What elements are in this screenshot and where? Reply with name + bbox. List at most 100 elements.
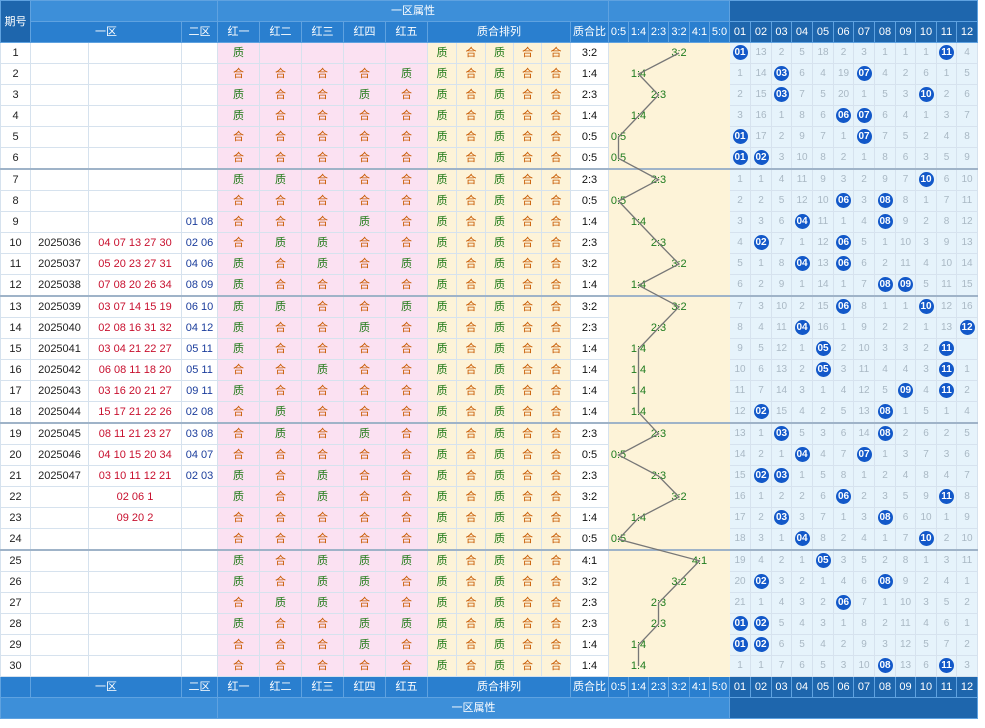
table-row[interactable]: 9 01 08 合合合质合质合质合合 1:4 1:4 3 3 6 04 11 1 4 08 9 2 8 12 — [0, 211, 978, 233]
red-attr-4: 合 — [343, 190, 386, 212]
ratio-cell-3 — [668, 401, 690, 424]
table-row[interactable]: 29 合合合质合质合质合合 1:4 1:4 01 02 6 5 4 2 9 3 12 5 7 2 — [0, 634, 978, 656]
red-attr-1: 合 — [217, 147, 260, 170]
table-row[interactable]: 7 质质合合合质合质合合 2:3 2:3 1 1 4 11 9 3 2 9 7 10 6 10 — [0, 168, 978, 191]
miss-count: 12 — [895, 634, 916, 656]
zone1-text: 03 10 11 12 21 — [98, 470, 172, 482]
ratio-cell-3 — [668, 317, 690, 339]
pattern-cell: 合 — [456, 126, 486, 148]
ratio-cell-3 — [668, 422, 690, 445]
ball-label: 04 — [794, 447, 810, 462]
pattern-cell: 合 — [456, 338, 486, 360]
miss-count: 1 — [874, 528, 896, 551]
table-row[interactable]: 24 合合合合合质合质合合 0:5 0:5 18 3 1 04 8 2 4 1 7 10 2 10 — [0, 528, 978, 551]
ratio-value: 1:4 — [570, 105, 609, 127]
table-row[interactable]: 12 2025038 07 08 20 26 34 08 09 质合合合合质合质合合 1:… — [0, 274, 978, 297]
red-attr-1: 质 — [217, 317, 260, 339]
number-ball: 08 — [874, 422, 896, 445]
miss-count: 3 — [791, 507, 813, 529]
row-index: 13 — [0, 295, 31, 318]
miss-count: 7 — [771, 232, 792, 254]
miss-count: 4 — [853, 528, 875, 551]
issue-number: 2025040 — [30, 317, 89, 339]
miss-count: 1 — [750, 592, 772, 614]
miss-count: 1 — [750, 168, 772, 191]
row-index: 28 — [0, 613, 31, 635]
row-index: 9 — [0, 211, 31, 233]
table-row[interactable]: 21 2025047 03 10 11 12 21 02 03 质合质合合质合质合合 2:… — [0, 465, 978, 487]
row-index: 6 — [0, 147, 31, 170]
row-index: 10 — [0, 232, 31, 254]
ball-label: 06 — [836, 235, 851, 250]
miss-count: 2 — [750, 274, 772, 297]
table-row[interactable]: 28 质合合质质质合质合合 2:3 2:3 01 02 5 4 3 1 8 2 11 4 6 1 — [0, 613, 978, 635]
miss-count: 1 — [750, 253, 772, 275]
miss-count: 2 — [895, 317, 916, 339]
ball-label: 02 — [753, 404, 769, 419]
red-attr-5: 合 — [385, 655, 428, 677]
miss-count: 6 — [791, 63, 813, 85]
table-row[interactable]: 8 合合合合合质合质合合 0:5 0:5 2 2 5 12 10 06 3 08 8 1 7 11 — [0, 190, 978, 212]
table-row[interactable]: 15 2025041 03 04 21 22 27 05 11 质合合合合质合质合合 1:… — [0, 338, 978, 360]
table-row[interactable]: 18 2025044 15 17 21 22 26 02 08 合质合合合质合质合合 1:… — [0, 401, 978, 424]
ball-label: 11 — [939, 489, 954, 504]
table-row[interactable]: 17 2025043 03 16 20 21 27 09 11 质合合合合质合质合合 1:… — [0, 380, 978, 402]
table-row[interactable]: 2 合合合合质质合质合合 1:4 1:4 1 14 03 6 4 19 07 4 2 6 1 5 — [0, 63, 978, 85]
ratio-cell-5 — [709, 592, 730, 614]
ratio-col-header-5: 5:0 — [709, 21, 730, 43]
pattern-cell: 合 — [513, 232, 542, 254]
table-row[interactable]: 27 合质质合合质合质合合 2:3 2:3 21 1 4 3 2 06 7 1 10 3 5 2 — [0, 592, 978, 614]
table-row[interactable]: 6 合合合合合质合质合合 0:5 0:5 01 02 3 10 8 2 1 8 6 3 5 9 — [0, 147, 978, 170]
miss-count: 9 — [874, 168, 896, 191]
miss-count: 3 — [853, 42, 875, 64]
miss-count: 2 — [833, 528, 854, 551]
miss-count: 4 — [895, 105, 916, 127]
red-attr-5: 质 — [385, 549, 428, 572]
table-row[interactable]: 5 合合合合合质合质合合 0:5 0:5 01 17 2 9 7 1 07 7 5 2 4 8 — [0, 126, 978, 148]
table-row[interactable]: 23 09 20 2 合合合合合质合质合合 1:4 1:4 17 2 03 3 7 1 3 08 6 10 1… — [0, 507, 978, 529]
red-attr-3: 合 — [301, 105, 344, 127]
miss-count: 10 — [771, 295, 792, 318]
ratio-cell-5 — [709, 380, 730, 402]
zone2-numbers: 09 11 — [181, 380, 218, 402]
table-row[interactable]: 22 02 06 1 质合质合合质合质合合 3:2 3:2 16 1 2 2 6 06 2 3 5 9 11 8 — [0, 486, 978, 508]
miss-count: 8 — [729, 317, 751, 339]
ratio-cell-5 — [709, 253, 730, 275]
top-title: 一区属性 — [217, 0, 609, 22]
table-row[interactable]: 13 2025039 03 07 14 15 19 06 10 质质合合质质合质合合 3:… — [0, 295, 978, 318]
number-ball: 08 — [874, 211, 896, 233]
miss-count: 8 — [956, 486, 978, 508]
miss-count: 1 — [915, 105, 937, 127]
red-attr-4: 合 — [343, 528, 386, 551]
table-row[interactable]: 4 质合合合合质合质合合 1:4 1:4 3 16 1 8 6 06 07 6 4 1 3 7 — [0, 105, 978, 127]
table-row[interactable]: 16 2025042 06 08 11 18 20 05 11 合合质合合质合质合合 1:… — [0, 359, 978, 381]
ratio-cell-5 — [709, 401, 730, 424]
ratio-cell-4 — [689, 147, 710, 170]
table-row[interactable]: 25 质合质质质质合质合合 4:1 4:1 19 4 2 1 05 3 5 2 8 1 3 11 — [0, 549, 978, 572]
pattern-cell: 合 — [513, 634, 542, 656]
table-row[interactable]: 20 2025046 04 10 15 20 34 04 07 合合合合合质合质合合 0:… — [0, 444, 978, 466]
table-row[interactable]: 3 质合合质合质合质合合 2:3 2:3 2 15 03 7 5 20 1 5 3 10 2 6 — [0, 84, 978, 106]
ratio-cell-0 — [608, 422, 629, 445]
zone1-numbers — [88, 549, 182, 572]
header-row-top: 期号 一区属性 — [0, 0, 978, 43]
table-row[interactable]: 10 2025036 04 07 13 27 30 02 06 合质质合合质合质合合 2:… — [0, 232, 978, 254]
zone1-numbers: 04 07 13 27 30 — [88, 232, 182, 254]
miss-count: 2 — [791, 295, 813, 318]
pattern-cell: 合 — [456, 634, 486, 656]
ratio-cell-3 — [668, 528, 690, 551]
table-row[interactable]: 30 合合合合合质合质合合 1:4 1:4 1 1 7 6 5 3 10 08 13 6 11 3 — [0, 655, 978, 677]
ratio-cell-3 — [668, 168, 690, 191]
table-row[interactable]: 14 2025040 02 08 16 31 32 04 12 质合合质合质合质合合 2:… — [0, 317, 978, 339]
pattern-cell: 质 — [427, 105, 457, 127]
pattern-cell: 质 — [485, 571, 514, 593]
miss-count: 11 — [729, 380, 751, 402]
table-row[interactable]: 1 质质合质合合 3:2 3:2 01 13 2 5 18 2 3 1 1 1 11 4 — [0, 42, 978, 64]
ratio-cell-5 — [709, 613, 730, 635]
issue-number: 2025036 — [30, 232, 89, 254]
table-row[interactable]: 26 质合质质合质合质合合 3:2 3:2 20 02 3 2 1 4 6 08 9 2 4 1 — [0, 571, 978, 593]
ratio-cell-0 — [608, 359, 629, 381]
table-row[interactable]: 19 2025045 08 11 21 23 27 03 08 合质合质合质合质合合 2:… — [0, 422, 978, 445]
table-row[interactable]: 11 2025037 05 20 23 27 31 04 06 质合质合质质合质合合 3:… — [0, 253, 978, 275]
miss-count: 3 — [791, 592, 813, 614]
